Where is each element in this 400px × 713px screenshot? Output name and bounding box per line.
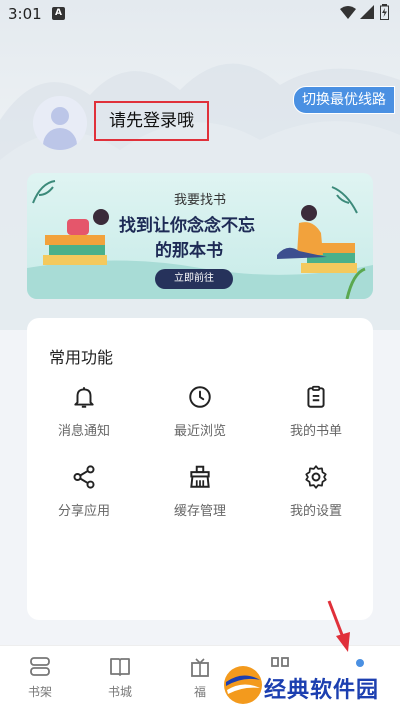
avatar[interactable]: [33, 96, 87, 150]
switch-route-button[interactable]: 切换最优线路: [293, 86, 395, 114]
gift-icon: [191, 658, 209, 677]
battery-icon: [380, 4, 389, 20]
tab-label: 书城: [107, 685, 132, 699]
input-method-icon: A: [52, 7, 65, 20]
tab-bookshelf[interactable]: 书架: [15, 656, 65, 700]
common-functions-card: 常用功能 消息通知 最近浏览 我的书单 分享应用 缓存管理 我的设置: [27, 318, 373, 620]
book-open-icon: [110, 658, 130, 676]
share-icon: [73, 465, 95, 489]
function-share[interactable]: 分享应用: [39, 464, 129, 519]
function-label: 分享应用: [57, 504, 110, 519]
function-label: 我的设置: [289, 504, 342, 519]
tab-label: 书架: [27, 685, 52, 699]
watermark: 经典软件园: [220, 662, 390, 712]
banner-headline-line1: 找到让你念念不忘: [119, 216, 255, 236]
bell-icon: [74, 387, 94, 408]
function-cache[interactable]: 缓存管理: [155, 464, 245, 519]
status-bar: 3:01 A: [0, 0, 400, 28]
tab-welfare[interactable]: 福: [175, 656, 225, 700]
tab-label: 福: [193, 685, 206, 699]
status-time: 3:01: [8, 5, 42, 23]
bookshelf-icon: [30, 657, 50, 676]
function-label: 最近浏览: [173, 424, 226, 439]
login-prompt-link[interactable]: 请先登录哦: [94, 101, 209, 141]
function-label: 消息通知: [57, 424, 110, 439]
avatar-body-shape: [43, 128, 77, 150]
signal-icon: [360, 5, 374, 19]
go-now-button[interactable]: 立即前往: [155, 269, 233, 289]
clipboard-icon: [307, 385, 325, 408]
function-label: 缓存管理: [173, 504, 226, 519]
avatar-head-shape: [51, 107, 69, 125]
section-title: 常用功能: [49, 348, 114, 367]
watermark-logo-icon: [224, 666, 262, 704]
clock-icon: [189, 386, 211, 408]
function-recent[interactable]: 最近浏览: [155, 384, 245, 439]
tab-bookstore[interactable]: 书城: [95, 656, 145, 700]
banner-caption: 我要找书: [173, 193, 226, 208]
function-notifications[interactable]: 消息通知: [39, 384, 129, 439]
broom-icon: [190, 465, 210, 488]
find-book-banner[interactable]: 我要找书 找到让你念念不忘 的那本书 立即前往: [27, 173, 373, 299]
banner-headline-line2: 的那本书: [155, 241, 223, 261]
function-settings[interactable]: 我的设置: [271, 464, 361, 519]
settings-icon: [305, 465, 327, 489]
function-label: 我的书单: [289, 424, 342, 439]
wifi-icon: [340, 6, 356, 19]
function-booklist[interactable]: 我的书单: [271, 384, 361, 439]
watermark-text: 经典软件园: [264, 678, 380, 703]
